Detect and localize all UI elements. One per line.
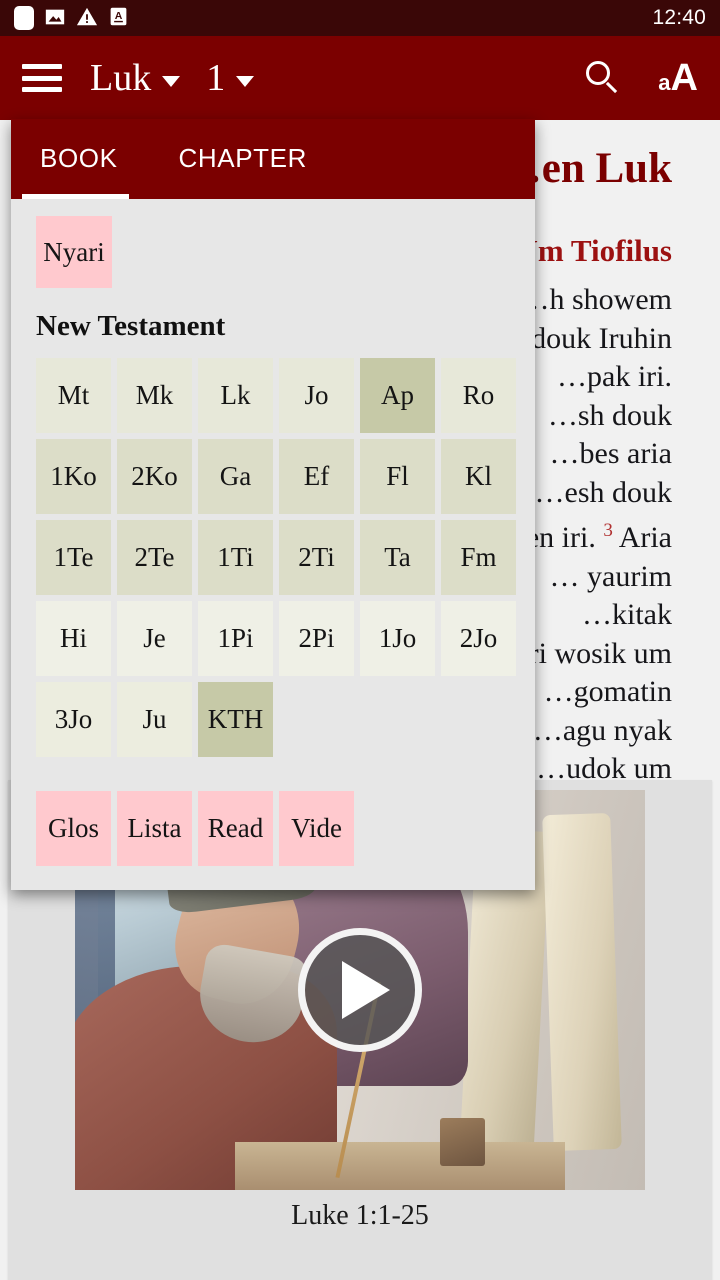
font-download-icon: A — [108, 6, 130, 30]
hamburger-menu-icon[interactable] — [22, 64, 62, 92]
book-cell-1ti[interactable]: 1Ti — [198, 520, 273, 595]
book-cell-1jo[interactable]: 1Jo — [360, 601, 435, 676]
app-bar-actions: aA — [586, 59, 698, 97]
svg-text:A: A — [115, 10, 123, 22]
tool-chip-glos[interactable]: Glos — [36, 791, 111, 866]
warning-icon — [76, 6, 98, 30]
book-grid: Mt Mk Lk Jo Ap Ro 1Ko 2Ko Ga Ef Fl Kl 1Te 2Te 1Ti 2Ti Ta… — [36, 358, 516, 757]
book-cell-2jo[interactable]: 2Jo — [441, 601, 516, 676]
text-size-small-a: a — [658, 70, 671, 95]
book-cell-kl[interactable]: Kl — [441, 439, 516, 514]
book-selector-label: Luk — [90, 57, 152, 99]
media-caption: Luke 1:1-25 — [291, 1200, 429, 1231]
tool-chip-lista[interactable]: Lista — [117, 791, 192, 866]
search-icon[interactable] — [586, 61, 620, 95]
tool-chip-row: Glos Lista Read Vide — [36, 791, 354, 866]
video-scene-table — [234, 1142, 566, 1190]
book-cell-fl[interactable]: Fl — [360, 439, 435, 514]
testament-heading: New Testament — [36, 310, 226, 342]
book-cell-jo[interactable]: Jo — [279, 358, 354, 433]
book-cell-1pi[interactable]: 1Pi — [198, 601, 273, 676]
book-cell-2ti[interactable]: 2Ti — [279, 520, 354, 595]
book-cell-2te[interactable]: 2Te — [117, 520, 192, 595]
text-size-large-a: A — [670, 57, 698, 99]
book-cell-ap[interactable]: Ap — [360, 358, 435, 433]
chevron-down-icon — [236, 75, 255, 87]
status-bar-clock: 12:40 — [652, 6, 706, 29]
book-cell-hi[interactable]: Hi — [36, 601, 111, 676]
play-button-icon[interactable] — [298, 928, 422, 1052]
status-bar: A 12:40 — [0, 0, 720, 36]
book-cell-lk[interactable]: Lk — [198, 358, 273, 433]
tool-chip-read[interactable]: Read — [198, 791, 273, 866]
picker-search-row: Nyari — [11, 199, 535, 288]
blank-notification-icon — [14, 6, 34, 30]
book-cell-ga[interactable]: Ga — [198, 439, 273, 514]
chapter-selector[interactable]: 1 — [206, 57, 255, 99]
book-cell-3jo[interactable]: 3Jo — [36, 682, 111, 757]
text-size-icon[interactable]: aA — [658, 59, 698, 97]
book-cell-ta[interactable]: Ta — [360, 520, 435, 595]
image-icon — [44, 6, 66, 30]
status-bar-icons: A — [14, 6, 130, 30]
book-cell-je[interactable]: Je — [117, 601, 192, 676]
tab-book[interactable]: BOOK — [40, 143, 118, 176]
book-picker-panel: BOOK CHAPTER Nyari New Testament Mt Mk Lk J… — [11, 119, 535, 890]
picker-tab-bar: BOOK CHAPTER — [11, 119, 535, 199]
book-cell-2pi[interactable]: 2Pi — [279, 601, 354, 676]
book-cell-2ko[interactable]: 2Ko — [117, 439, 192, 514]
book-cell-ro[interactable]: Ro — [441, 358, 516, 433]
video-scene-scroll — [542, 812, 623, 1152]
chevron-down-icon — [162, 75, 181, 87]
book-cell-1te[interactable]: 1Te — [36, 520, 111, 595]
book-cell-ef[interactable]: Ef — [279, 439, 354, 514]
book-cell-ju[interactable]: Ju — [117, 682, 192, 757]
tool-chip-vide[interactable]: Vide — [279, 791, 354, 866]
book-selector[interactable]: Luk — [90, 57, 181, 99]
chapter-selector-label: 1 — [206, 57, 226, 99]
tab-chapter[interactable]: CHAPTER — [179, 143, 307, 176]
book-cell-mk[interactable]: Mk — [117, 358, 192, 433]
book-cell-1ko[interactable]: 1Ko — [36, 439, 111, 514]
search-chip[interactable]: Nyari — [36, 216, 112, 288]
verse-number: 3 — [603, 520, 613, 541]
tab-selected-indicator — [22, 194, 129, 199]
video-scene-cup — [439, 1118, 486, 1166]
book-cell-fm[interactable]: Fm — [441, 520, 516, 595]
app-bar: Luk 1 aA — [0, 36, 720, 120]
book-cell-kth[interactable]: KTH — [198, 682, 273, 757]
book-cell-mt[interactable]: Mt — [36, 358, 111, 433]
